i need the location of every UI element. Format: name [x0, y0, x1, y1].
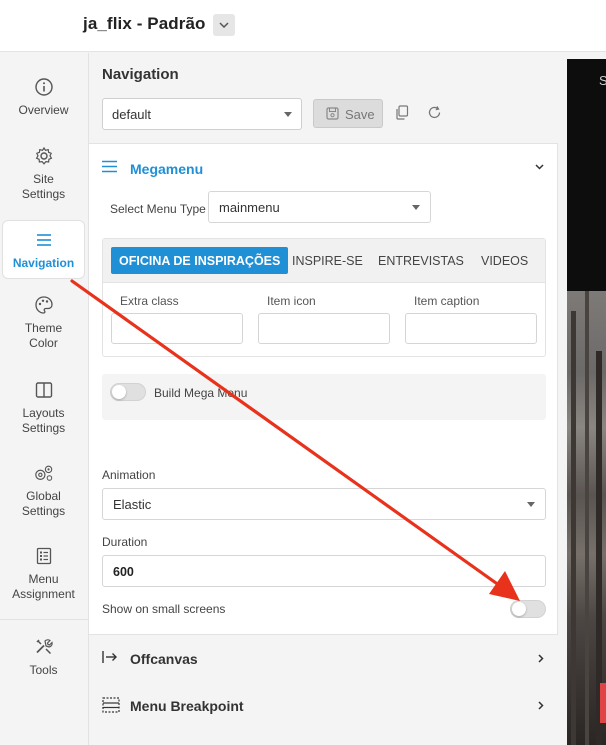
item-icon-label: Item icon [267, 294, 316, 308]
select-menu-type-label: Select Menu Type [110, 202, 206, 216]
sidebar-item-navigation[interactable]: Navigation [2, 220, 85, 279]
item-icon-input[interactable] [258, 313, 390, 344]
build-mega-menu-label: Build Mega Menu [154, 386, 248, 400]
tab-videos[interactable]: VIDEOS [473, 247, 536, 274]
sidebar-item-site-settings[interactable]: Site Settings [2, 146, 85, 202]
site-preview: S [559, 53, 606, 745]
sidebar-item-overview[interactable]: Overview [2, 77, 85, 118]
preset-select-value: default [112, 107, 152, 122]
chevron-right-icon [538, 701, 544, 710]
sidebar-item-layouts-settings[interactable]: Layouts Settings [2, 380, 85, 436]
sidebar-item-tools[interactable]: Tools [2, 637, 85, 678]
animation-value: Elastic [113, 497, 152, 512]
info-icon [34, 78, 53, 96]
toggle-knob [512, 602, 526, 616]
preview-frame[interactable]: S [567, 59, 606, 745]
sidebar: Overview Site Settings Navigation Theme … [0, 53, 89, 745]
panel-title: Navigation [102, 66, 179, 83]
tab-oficina-de-inspiracoes[interactable]: OFICINA DE INSPIRAÇÕES [111, 247, 289, 274]
sidebar-divider [0, 619, 88, 620]
toggle-knob [112, 385, 126, 399]
hamburger-icon [102, 160, 117, 173]
build-mega-menu-toggle[interactable] [110, 383, 146, 401]
item-caption-label: Item caption [414, 294, 480, 308]
sidebar-item-label: Navigation [12, 256, 75, 270]
save-button-label: Save [345, 107, 375, 122]
megamenu-section-header[interactable]: Megamenu [89, 145, 558, 191]
build-mega-menu-row: Build Mega Menu [102, 374, 546, 420]
sidebar-item-label: Global [26, 489, 61, 503]
save-button[interactable]: Save [313, 99, 383, 128]
sidebar-item-label-2: Settings [21, 504, 66, 518]
global-gears-icon [34, 465, 52, 481]
panel-header: Navigation default Save [89, 53, 558, 144]
collapsed-sections: Offcanvas Menu Breakpoint [89, 634, 558, 745]
duration-input[interactable]: 600 [102, 555, 546, 587]
tools-icon [35, 639, 53, 655]
sidebar-item-label: Tools [29, 663, 58, 677]
megamenu-section-title: Megamenu [130, 161, 204, 177]
item-caption-input[interactable] [405, 313, 537, 344]
sidebar-item-label-2: Settings [21, 187, 66, 201]
sidebar-item-label: Layouts [22, 406, 65, 420]
navigation-settings-panel: Navigation default Save Megamenu Select … [89, 53, 558, 745]
menu-breakpoint-section-title: Menu Breakpoint [130, 698, 244, 714]
sidebar-item-label: Site [33, 172, 54, 186]
preset-select[interactable]: default [102, 98, 302, 130]
tab-inspire-se[interactable]: INSPIRE-SE [284, 247, 371, 274]
sidebar-item-label: Overview [18, 103, 69, 117]
offcanvas-section-title: Offcanvas [130, 651, 198, 667]
copy-icon[interactable] [395, 105, 409, 120]
show-on-small-screens-label: Show on small screens [102, 602, 226, 616]
offcanvas-section-header[interactable]: Offcanvas [89, 635, 558, 681]
caret-down-icon [284, 112, 292, 117]
breakpoint-icon [102, 697, 120, 713]
preview-hero-image [567, 291, 606, 745]
sidebar-item-global-settings[interactable]: Global Settings [2, 463, 85, 519]
menu-item-tabs: OFICINA DE INSPIRAÇÕES INSPIRE-SE ENTREV… [103, 239, 545, 283]
preview-red-element [600, 683, 606, 723]
sidebar-item-label: Theme [24, 321, 63, 335]
sidebar-item-label: Menu [28, 572, 59, 586]
sidebar-item-theme-color[interactable]: Theme Color [2, 295, 85, 351]
site-switcher-dropdown[interactable] [213, 14, 235, 36]
menu-breakpoint-section-header[interactable]: Menu Breakpoint [89, 682, 558, 728]
offcanvas-icon [102, 651, 117, 663]
chevron-down-icon [219, 22, 229, 28]
palette-icon [34, 296, 53, 314]
extra-class-input[interactable] [111, 313, 243, 344]
menu-items-box: OFICINA DE INSPIRAÇÕES INSPIRE-SE ENTREV… [102, 238, 546, 357]
chevron-right-icon [538, 654, 544, 663]
site-title: ja_flix - Padrão [83, 14, 206, 33]
preview-header-text: S [599, 73, 606, 88]
duration-value: 600 [113, 565, 134, 579]
animation-select[interactable]: Elastic [102, 488, 546, 520]
refresh-icon[interactable] [427, 105, 442, 120]
duration-label: Duration [102, 535, 148, 549]
sidebar-item-label-2: Assignment [12, 587, 75, 601]
top-bar: ja_flix - Padrão [0, 0, 606, 52]
sidebar-item-label-2: Color [29, 336, 58, 350]
sidebar-item-menu-assignment[interactable]: Menu Assignment [2, 546, 85, 602]
sidebar-item-label-2: Settings [21, 421, 66, 435]
caret-down-icon [412, 205, 420, 210]
list-icon [36, 547, 51, 565]
menu-type-select[interactable]: mainmenu [208, 191, 431, 223]
menu-type-value: mainmenu [219, 200, 280, 215]
caret-down-icon [527, 502, 535, 507]
gear-icon [35, 146, 52, 165]
layout-icon [35, 382, 52, 398]
animation-label: Animation [102, 468, 156, 482]
tab-entrevistas[interactable]: ENTREVISTAS [370, 247, 472, 274]
hamburger-icon [36, 234, 51, 246]
save-icon [326, 107, 339, 120]
chevron-down-icon [535, 164, 544, 170]
show-on-small-screens-toggle[interactable] [510, 600, 546, 618]
extra-class-label: Extra class [120, 294, 179, 308]
